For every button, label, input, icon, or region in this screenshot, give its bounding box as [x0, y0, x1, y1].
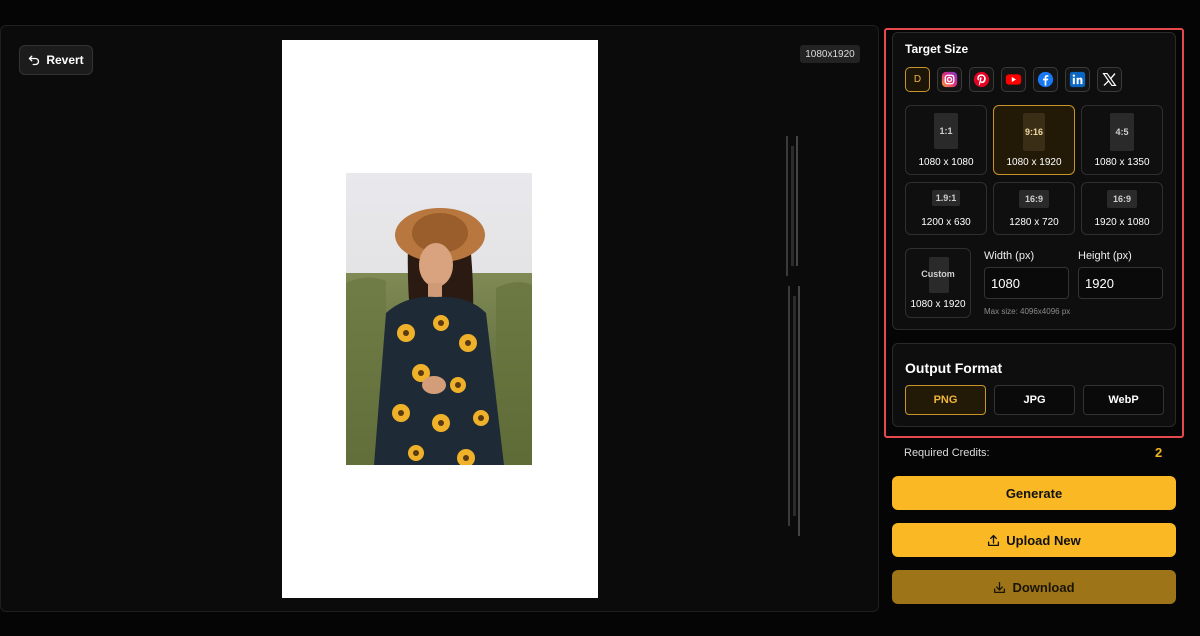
output-format-card: Output Format PNG JPG WebP — [892, 343, 1176, 427]
required-credits-value: 2 — [1155, 445, 1163, 460]
platform-pinterest-button[interactable] — [969, 67, 994, 92]
ratio-dims: 1280 x 720 — [1009, 217, 1059, 228]
ratio-grid: 1:1 1080 x 1080 9:16 1080 x 1920 4:5 108… — [905, 105, 1163, 235]
instagram-icon — [941, 71, 958, 88]
ratio-dims: 1080 x 1080 — [918, 157, 974, 168]
target-size-title: Target Size — [905, 42, 969, 56]
ratio-dims: 1920 x 1080 — [1094, 217, 1150, 228]
canvas-area: Revert 1080x1920 — [0, 25, 879, 612]
ratio-option-16-9-fhd[interactable]: 16:9 1920 x 1080 — [1081, 182, 1163, 235]
ratio-option-16-9-hd[interactable]: 16:9 1280 x 720 — [993, 182, 1075, 235]
x-icon — [1102, 72, 1117, 87]
upload-new-button[interactable]: Upload New — [892, 523, 1176, 557]
platform-youtube-button[interactable] — [1001, 67, 1026, 92]
height-input[interactable] — [1078, 267, 1163, 299]
format-webp-button[interactable]: WebP — [1083, 385, 1164, 415]
facebook-icon — [1037, 71, 1054, 88]
required-credits-label: Required Credits: — [904, 447, 990, 459]
ratio-dims: 1080 x 1350 — [1094, 157, 1150, 168]
custom-size-option[interactable]: Custom 1080 x 1920 — [905, 248, 971, 318]
platform-instagram-button[interactable] — [937, 67, 962, 92]
render-artifact — [786, 136, 800, 536]
revert-button[interactable]: Revert — [19, 45, 93, 75]
output-format-title: Output Format — [905, 360, 1003, 376]
pinterest-icon — [973, 71, 990, 88]
target-size-card: Target Size D 1:1 1080 x 1080 9:16 1080 … — [892, 32, 1176, 330]
max-size-note: Max size: 4096x4096 px — [984, 307, 1071, 316]
ratio-preview: 4:5 — [1110, 113, 1134, 151]
download-button[interactable]: Download — [892, 570, 1176, 604]
custom-dims: 1080 x 1920 — [910, 299, 966, 310]
platform-default-button[interactable]: D — [905, 67, 930, 92]
ratio-option-9-16[interactable]: 9:16 1080 x 1920 — [993, 105, 1075, 175]
undo-icon — [29, 55, 40, 66]
ratio-preview: 16:9 — [1019, 190, 1049, 208]
youtube-icon — [1005, 74, 1022, 85]
ratio-preview: 1.9:1 — [932, 190, 960, 206]
revert-label: Revert — [46, 53, 84, 67]
default-platform-label: D — [913, 74, 922, 85]
download-icon — [994, 581, 1006, 593]
format-png-button[interactable]: PNG — [905, 385, 986, 415]
ratio-preview: 16:9 — [1107, 190, 1137, 208]
ratio-option-1-1[interactable]: 1:1 1080 x 1080 — [905, 105, 987, 175]
width-input[interactable] — [984, 267, 1069, 299]
upload-icon — [988, 534, 1000, 546]
platform-selector: D — [905, 67, 1122, 92]
custom-label: Custom — [921, 269, 955, 279]
ratio-preview: 9:16 — [1023, 113, 1045, 151]
platform-linkedin-button[interactable] — [1065, 67, 1090, 92]
height-label: Height (px) — [1078, 250, 1132, 262]
platform-facebook-button[interactable] — [1033, 67, 1058, 92]
format-jpg-button[interactable]: JPG — [994, 385, 1075, 415]
ratio-dims: 1200 x 630 — [921, 217, 971, 228]
output-canvas — [282, 40, 598, 598]
portrait-photo — [346, 173, 532, 465]
platform-x-button[interactable] — [1097, 67, 1122, 92]
ratio-option-1-9-1[interactable]: 1.9:1 1200 x 630 — [905, 182, 987, 235]
size-tag: 1080x1920 — [800, 45, 860, 63]
ratio-dims: 1080 x 1920 — [1006, 157, 1062, 168]
linkedin-icon — [1069, 71, 1086, 88]
download-label: Download — [1012, 579, 1075, 595]
format-options: PNG JPG WebP — [905, 385, 1164, 415]
ratio-option-4-5[interactable]: 4:5 1080 x 1350 — [1081, 105, 1163, 175]
generate-button[interactable]: Generate — [892, 476, 1176, 510]
ratio-preview: 1:1 — [934, 113, 958, 149]
upload-label: Upload New — [1006, 532, 1081, 548]
generate-label: Generate — [1005, 485, 1063, 501]
width-label: Width (px) — [984, 250, 1035, 262]
